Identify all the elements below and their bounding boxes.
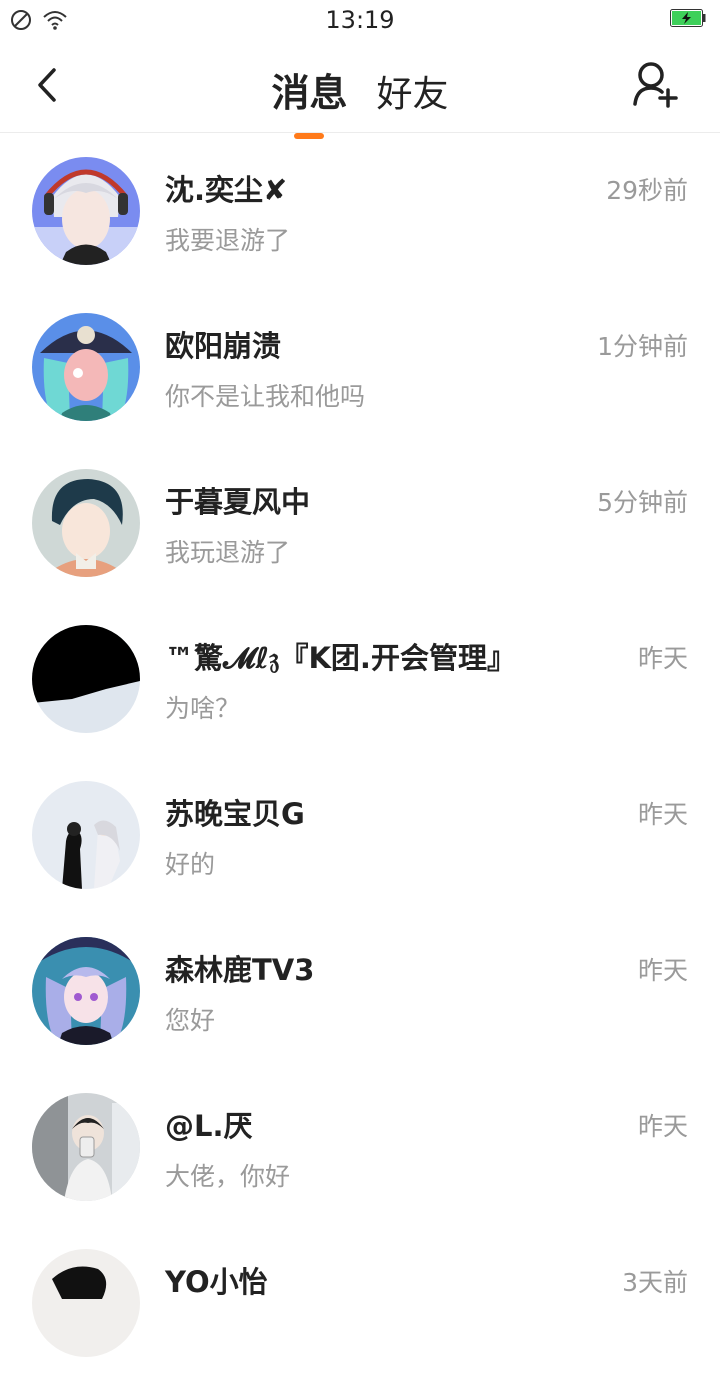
tab-friends-label: 好友 [376,74,449,115]
conversation-list: 沈.奕尘✘ 我要退游了 29秒前 欧阳崩溃 你不是让我和他吗 1分钟前 于暮夏风… [0,133,720,1381]
avatar[interactable] [32,1093,140,1201]
conversation-row[interactable]: 苏晚宝贝G 好的 昨天 [0,757,720,913]
avatar[interactable] [32,157,140,265]
avatar[interactable] [32,313,140,421]
message-preview: 我要退游了 [165,226,291,255]
avatar[interactable] [32,469,140,577]
tab-bar: 消息 好友 [0,62,720,139]
message-time: 5分钟前 [597,488,688,517]
contact-name: YO小怡 [165,1265,268,1299]
contact-name: 森林鹿TV3 [165,953,315,987]
add-friend-icon[interactable] [632,60,680,110]
status-bar: 13:19 [0,0,720,40]
tab-friends[interactable]: 好友 [377,65,449,117]
battery-charging-icon [670,9,706,27]
conversation-row[interactable]: 森林鹿TV3 您好 昨天 [0,913,720,1069]
message-preview: 你不是让我和他吗 [165,382,366,411]
message-preview: 为啥？ [165,694,241,723]
avatar[interactable] [32,1249,140,1357]
avatar[interactable] [32,781,140,889]
contact-name: 欧阳崩溃 [165,329,282,363]
contact-name: 苏晚宝贝G [165,797,305,831]
contact-name: @L.厌 [165,1109,253,1143]
message-preview: 好的 [165,850,216,879]
contact-name: 于暮夏风中 [165,485,311,519]
tab-messages[interactable]: 消息 [271,62,348,139]
message-time: 1分钟前 [597,332,688,361]
conversation-row[interactable]: @L.厌 大佬，你好 昨天 [0,1069,720,1225]
conversation-row[interactable]: 沈.奕尘✘ 我要退游了 29秒前 [0,133,720,289]
message-preview: 我玩退游了 [165,538,291,567]
message-time: 昨天 [637,800,688,829]
status-time: 13:19 [325,6,395,34]
message-time: 昨天 [637,956,688,985]
message-time: 昨天 [637,1112,688,1141]
tab-messages-label: 消息 [271,71,348,115]
message-time: 29秒前 [606,176,688,205]
conversation-row[interactable]: 欧阳崩溃 你不是让我和他吗 1分钟前 [0,289,720,445]
message-time: 3天前 [622,1268,688,1297]
avatar[interactable] [32,937,140,1045]
message-preview: 您好 [165,1006,216,1035]
avatar[interactable] [32,625,140,733]
conversation-row[interactable]: 于暮夏风中 我玩退游了 5分钟前 [0,445,720,601]
message-preview: 大佬，你好 [165,1162,291,1191]
conversation-row[interactable]: YO小怡 3天前 [0,1225,720,1381]
message-time: 昨天 [637,644,688,673]
conversation-row[interactable]: ™驚𝓜ℓ𝔷『K团.开会管理』 为啥？ 昨天 [0,601,720,757]
nav-bar: 消息 好友 [0,40,720,139]
contact-name: ™驚𝓜ℓ𝔷『K团.开会管理』 [165,641,516,675]
contact-name: 沈.奕尘✘ [165,173,288,207]
